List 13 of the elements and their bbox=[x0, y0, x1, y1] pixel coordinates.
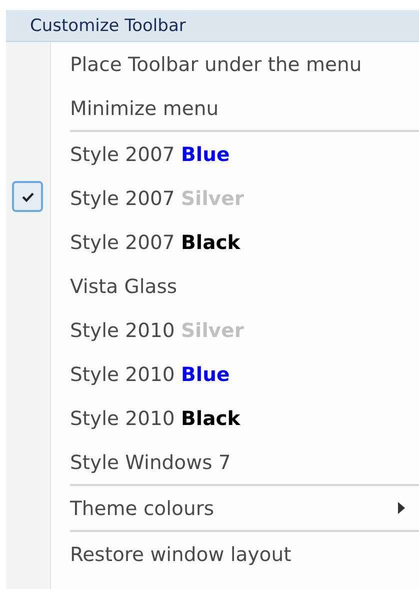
menu-item[interactable]: Style 2007 Silver bbox=[6, 176, 419, 220]
menu-item[interactable]: Place Toolbar under the menu bbox=[6, 42, 419, 86]
menu-item[interactable]: Style 2007 Black bbox=[6, 220, 419, 264]
menu-item[interactable]: Theme colours bbox=[6, 486, 419, 530]
menu-item[interactable]: Style 2010 Blue bbox=[6, 352, 419, 396]
menu-title: Customize Toolbar bbox=[6, 10, 419, 42]
menu-item[interactable]: Style 2010 Silver bbox=[6, 308, 419, 352]
menu-item[interactable]: Style 2010 Black bbox=[6, 396, 419, 440]
menu-item[interactable]: Restore window layout bbox=[6, 532, 419, 576]
menu-item[interactable]: Minimize menu bbox=[6, 86, 419, 130]
menu-item[interactable]: Style 2007 Blue bbox=[6, 132, 419, 176]
menu-item[interactable]: Vista Glass bbox=[6, 264, 419, 308]
menu-item[interactable]: Style Windows 7 bbox=[6, 440, 419, 484]
